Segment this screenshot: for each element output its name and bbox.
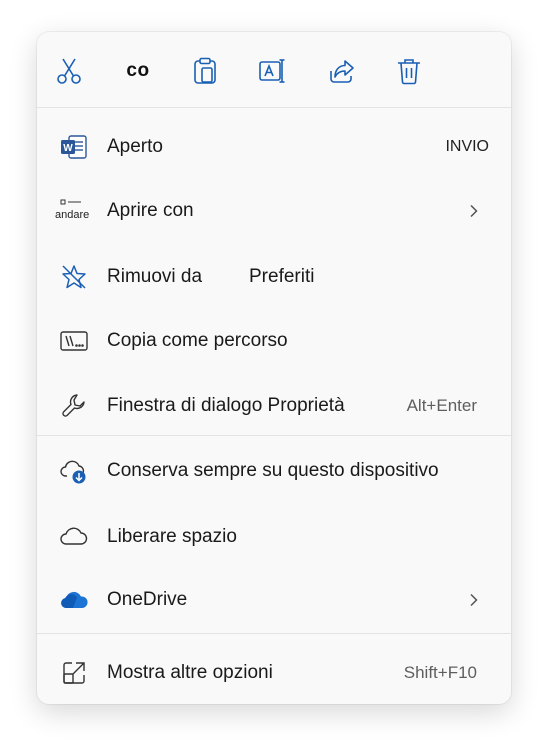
menu-item-open[interactable]: W Aperto INVIO: [37, 118, 511, 176]
share-icon: [330, 60, 354, 83]
cloud-icon: [59, 522, 89, 552]
onedrive-icon: [59, 585, 89, 615]
shortcut-label: Shift+F10: [403, 663, 477, 682]
menu-item-copy-path[interactable]: Copia come percorso: [37, 312, 511, 370]
menu-item-label: Conserva sempre su questo dispositivo: [107, 460, 439, 481]
context-menu: co W Aperto INVIO andare Aprire con Rimu…: [37, 32, 511, 704]
menu-item-label: Aprire con: [107, 200, 194, 221]
svg-text:W: W: [63, 143, 73, 154]
shortcut-label: Alt+Enter: [406, 396, 477, 415]
menu-item-label: Rimuovi da: [107, 266, 203, 287]
menu-item-more-options[interactable]: Mostra altre opzioni Shift+F10: [37, 644, 511, 702]
copy-label: co: [126, 60, 150, 81]
menu-item-label: Liberare spazio: [107, 526, 237, 547]
chevron-right-icon: [470, 593, 478, 607]
menu-item-label: Finestra di dialogo Proprietà: [107, 395, 345, 416]
rename-button[interactable]: [255, 54, 291, 88]
menu-item-label: Mostra altre opzioni: [107, 662, 273, 683]
menu-item-properties[interactable]: Finestra di dialogo Proprietà Alt+Enter: [37, 377, 511, 435]
divider: [37, 435, 511, 436]
divider: [37, 107, 511, 108]
path-icon: [59, 326, 89, 356]
menu-item-label: OneDrive: [107, 589, 188, 610]
cut-icon: [57, 58, 81, 84]
paste-button[interactable]: [187, 54, 223, 88]
divider: [37, 633, 511, 634]
menu-item-label-secondary: Preferiti: [249, 266, 315, 287]
shortcut-label: INVIO: [445, 138, 489, 155]
cloud-download-icon: [59, 456, 89, 486]
menu-item-remove-favorites[interactable]: Rimuovi da Preferiti: [37, 248, 511, 306]
chevron-right-icon: [470, 204, 478, 218]
rename-icon: [259, 59, 285, 83]
menu-item-onedrive[interactable]: OneDrive: [37, 571, 511, 629]
share-button[interactable]: [324, 54, 360, 88]
word-icon: W: [59, 132, 89, 162]
expand-icon: [59, 658, 89, 688]
menu-item-keep-on-device[interactable]: Conserva sempre su questo dispositivo: [37, 442, 511, 500]
unstar-icon: [59, 262, 89, 292]
delete-button[interactable]: [391, 54, 427, 88]
menu-item-label: Aperto: [107, 136, 163, 157]
menu-item-label: Copia come percorso: [107, 330, 288, 351]
open-with-icon-text: andare: [55, 209, 90, 221]
menu-item-open-with[interactable]: andare Aprire con: [37, 182, 511, 240]
menu-item-free-space[interactable]: Liberare spazio: [37, 508, 511, 566]
cut-button[interactable]: [51, 54, 87, 88]
copy-button[interactable]: co: [120, 54, 156, 88]
trash-icon: [398, 59, 420, 85]
open-with-icon: andare: [55, 196, 101, 226]
context-menu-toolbar: co: [37, 32, 511, 107]
wrench-icon: [59, 391, 89, 421]
paste-icon: [194, 57, 216, 84]
